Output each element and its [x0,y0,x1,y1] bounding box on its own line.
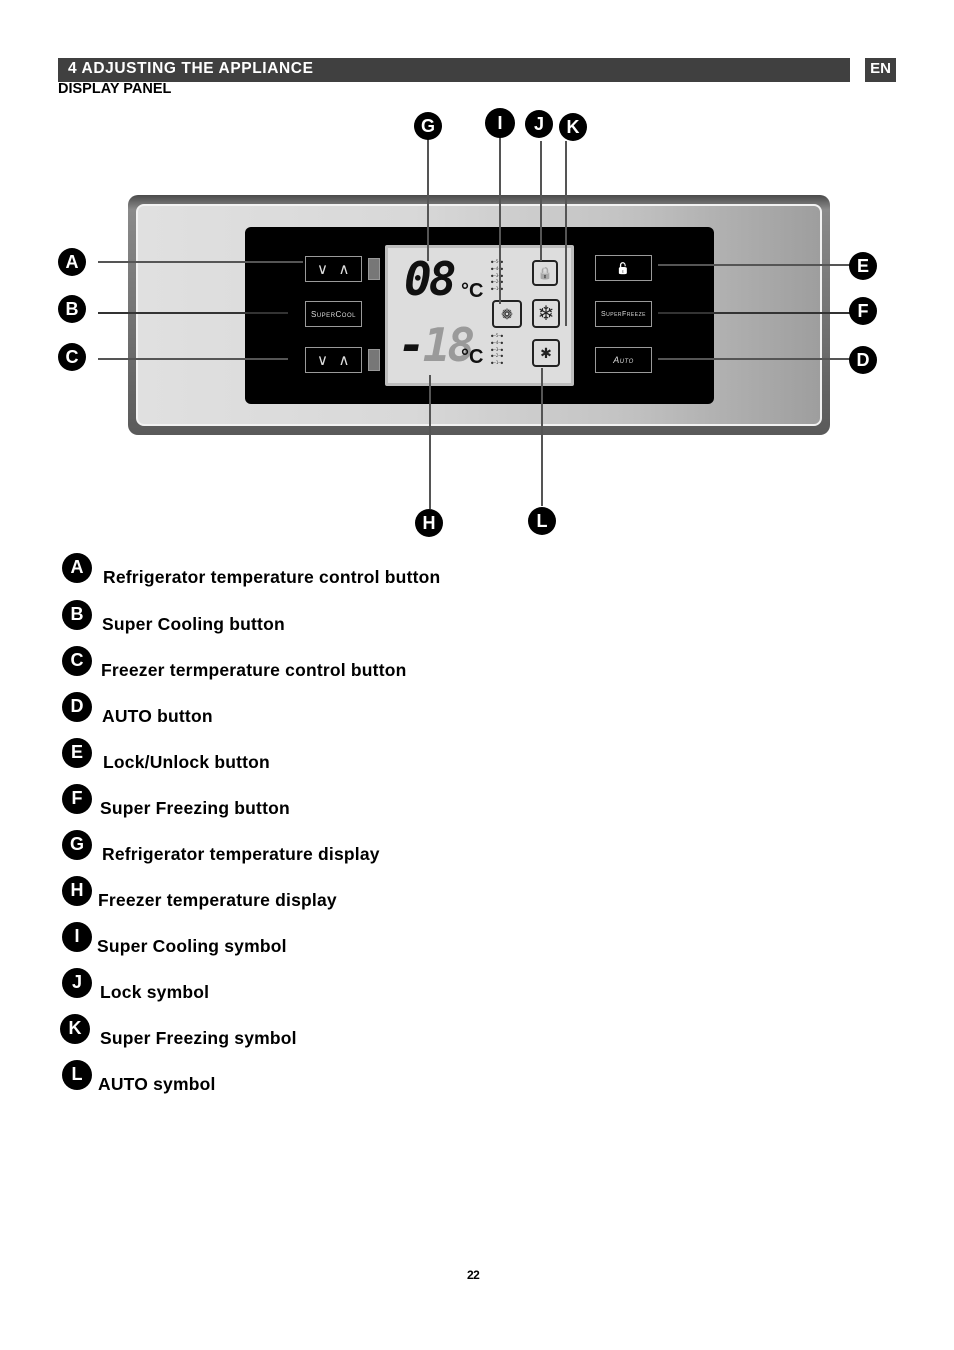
level-row: ●—2—● [491,279,504,285]
legend-badge: C [62,646,92,676]
auto-button[interactable]: Auto [595,347,652,373]
superfreeze-button[interactable]: SuperFreeze [595,301,652,327]
page-number: 22 [467,1268,480,1282]
callout-c: C [58,343,86,371]
chevron-down-icon[interactable]: ∨ [317,351,328,369]
level-row: ●—1—● [491,360,504,366]
legend-text: AUTO button [102,706,213,726]
legend-text: Freezer temperature display [98,890,337,910]
legend-badge: J [62,968,92,998]
legend-text: Super Cooling button [102,614,285,634]
leader-line-h [429,375,431,509]
legend-text: Refrigerator temperature control button [103,567,441,587]
supercool-button[interactable]: SuperCool [305,301,362,327]
fridge-temperature-display: 08 [404,252,456,306]
level-row: ●—2—● [491,353,504,359]
leader-line-g [427,139,429,261]
leader-line-k [565,141,567,326]
callout-g: G [414,112,442,140]
superfreeze-symbol-icon: ❄ [532,299,560,328]
freezer-temp-buttons[interactable]: ∨ ∧ [305,347,362,373]
level-row: ●—5—● [491,333,504,338]
leader-line-l [541,368,543,506]
lock-button[interactable]: 🔓 [595,255,652,281]
chevron-down-icon[interactable]: ∨ [317,260,328,278]
legend-badge: K [60,1014,90,1044]
freezer-temp-sign: - [398,318,426,372]
subtitle: DISPLAY PANEL [58,81,172,97]
fridge-temp-unit: °C [461,280,484,302]
callout-j: J [525,110,553,138]
freezer-temp-unit: °C [461,346,484,368]
leader-line-d [658,358,850,360]
legend-badge: H [62,876,92,906]
supercool-symbol-icon: ❁ [492,300,522,328]
leader-line-j [540,141,542,261]
language-badge: EN [865,58,896,82]
legend-badge: I [62,922,92,952]
level-row: ●—3—● [491,346,504,352]
chevron-up-icon[interactable]: ∧ [339,260,350,278]
callout-h: H [415,509,443,537]
section-title: 4 ADJUSTING THE APPLIANCE [68,60,314,77]
callout-d: D [849,346,877,374]
legend-text: Super Freezing button [100,798,290,818]
freezer-indicator [368,349,380,371]
fridge-level-scale: ●—5—● ●—4—● ●—3—● ●—2—● ●—1—● [491,259,521,293]
fridge-temp-value: 08 [404,252,456,306]
level-row: ●—4—● [491,265,504,271]
chevron-up-icon[interactable]: ∧ [339,351,350,369]
legend-badge: G [62,830,92,860]
legend-text: Lock/Unlock button [103,752,270,772]
leader-line-b [98,312,288,314]
callout-i: I [485,108,515,138]
leader-line-e [658,264,850,266]
leader-line-i [499,137,501,304]
callout-b: B [58,295,86,323]
legend-badge: E [62,738,92,768]
legend-text: AUTO symbol [98,1074,216,1094]
leader-line-a [98,261,303,263]
leader-line-f [658,312,850,314]
legend-text: Super Freezing symbol [100,1028,297,1048]
unlock-icon: 🔓 [616,262,631,275]
fridge-temp-buttons[interactable]: ∨ ∧ [305,256,362,282]
leader-line-c [98,358,288,360]
legend-badge: F [62,784,92,814]
legend-text: Super Cooling symbol [97,936,287,956]
callout-k: K [559,113,587,141]
lock-symbol-icon: 🔒 [532,260,558,286]
callout-a: A [58,248,86,276]
legend-text: Refrigerator temperature display [102,844,380,864]
legend-badge: L [62,1060,92,1090]
callout-f: F [849,297,877,325]
freezer-level-scale: ●—5—● ●—4—● ●—3—● ●—2—● ●—1—● [491,333,521,367]
legend-text: Lock symbol [100,982,210,1002]
legend-text: Freezer termperature control button [101,660,407,680]
level-row: ●—5—● [491,259,504,264]
fridge-indicator [368,258,380,280]
legend-badge: B [62,600,92,630]
legend-badge: D [62,692,92,722]
level-row: ●—3—● [491,272,504,278]
level-row: ●—4—● [491,339,504,345]
legend-badge: A [62,553,92,583]
callout-l: L [528,507,556,535]
auto-symbol-icon: ✱ [532,339,560,367]
callout-e: E [849,252,877,280]
level-row: ●—1—● [491,286,504,292]
